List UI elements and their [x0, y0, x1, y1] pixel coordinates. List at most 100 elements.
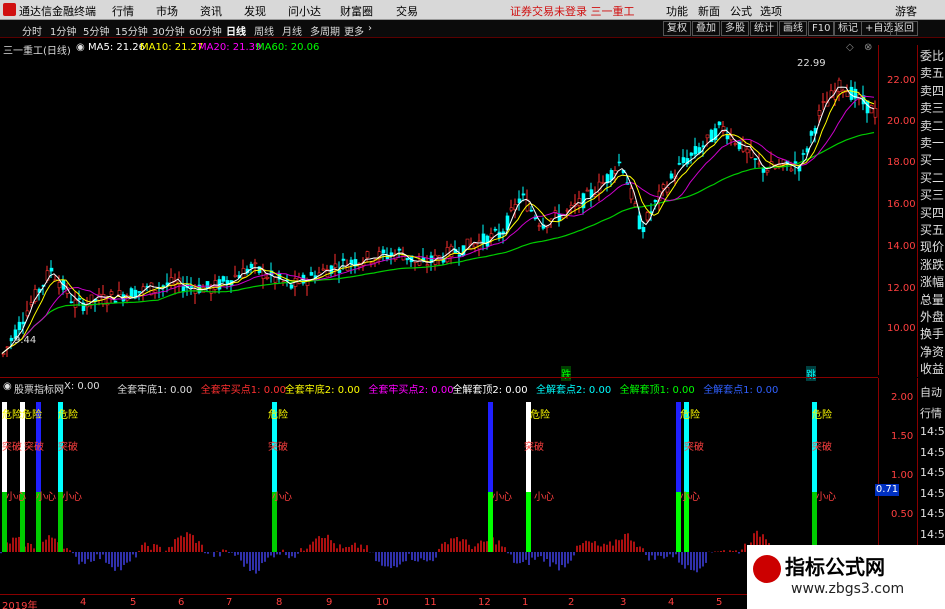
indicator-bar: [264, 552, 266, 562]
candle-body: [381, 249, 386, 254]
indicator-bar: [594, 541, 596, 552]
candle-body: [417, 260, 422, 266]
jump-marker: 跳: [806, 366, 816, 381]
quote-field-label: 卖一: [920, 136, 945, 150]
watermark: 指标公式网 www.zbgs3.com: [747, 545, 945, 609]
candle-body: [873, 108, 878, 118]
menu-market-quotes[interactable]: 行情: [112, 3, 134, 19]
menu-new-page[interactable]: 新面: [698, 3, 720, 19]
tab-more[interactable]: 更多: [344, 23, 364, 38]
indicator-bar: [495, 544, 497, 552]
indicator-bar: [477, 543, 479, 552]
chevron-right-icon[interactable]: ›: [368, 23, 372, 34]
indicator-bar: [600, 546, 602, 552]
menu-discover[interactable]: 发现: [244, 3, 266, 19]
overlay-button[interactable]: 叠加: [692, 21, 720, 36]
tab-60min[interactable]: 60分钟: [189, 23, 222, 38]
indicator-bar: [576, 545, 578, 552]
indicator-bar: [219, 552, 221, 557]
menu-functions[interactable]: 功能: [666, 3, 688, 19]
time-entry: 行情: [920, 406, 942, 420]
candle-body: [677, 163, 682, 165]
signal-mark: 危险: [268, 410, 288, 421]
mark-button[interactable]: 标记: [834, 21, 862, 36]
price-label: 10.00: [887, 323, 916, 334]
indicator-bar: [402, 552, 404, 562]
f10-button[interactable]: F10: [808, 21, 835, 36]
indicator-bar: [435, 552, 437, 558]
indicator-bar: [231, 552, 233, 553]
menu-options[interactable]: 选项: [760, 3, 782, 19]
menu-formula[interactable]: 公式: [730, 3, 752, 19]
tab-daily[interactable]: 日线: [226, 23, 246, 38]
indicator-bar: [213, 552, 215, 557]
indicator-bar: [420, 552, 422, 559]
settings-icon[interactable]: ◉: [76, 42, 85, 53]
app-title: 通达信金融终端: [19, 5, 96, 18]
signal-mark: 危险: [530, 410, 550, 421]
menu-trade[interactable]: 交易: [396, 3, 418, 19]
quote-field-label: 买一: [920, 153, 945, 168]
quote-field-label: 买二: [920, 170, 945, 185]
menu-market[interactable]: 市场: [156, 3, 178, 19]
indicator-bar: [120, 552, 122, 571]
price-label: 12.00: [887, 283, 916, 294]
ma20-line: [1, 95, 875, 354]
tab-15min[interactable]: 15分钟: [115, 23, 148, 38]
candle-body: [481, 233, 486, 244]
adjust-button[interactable]: 复权: [663, 21, 691, 36]
tab-intraday[interactable]: 分时: [22, 23, 42, 38]
menu-guest[interactable]: 游客: [895, 3, 917, 19]
signal-mark: 突破: [268, 442, 288, 453]
multi-stock-button[interactable]: 多股: [721, 21, 749, 36]
indicator-bar: [87, 552, 89, 560]
tab-multi-period[interactable]: 多周期: [310, 23, 340, 38]
indicator-bar: [723, 550, 725, 552]
signal-mark: 突破: [812, 442, 832, 453]
tab-monthly[interactable]: 月线: [282, 23, 302, 38]
indicator-bar: [663, 552, 665, 559]
indicator-bar: [42, 541, 44, 552]
tab-weekly[interactable]: 周线: [254, 23, 274, 38]
back-button[interactable]: 返回: [890, 21, 918, 36]
indicator-bar: [207, 552, 209, 554]
high-price-annotation: 22.99: [797, 58, 826, 69]
indicator-bar: [48, 535, 50, 552]
close-icon[interactable]: ⊗: [864, 42, 872, 53]
indicator-bar: [126, 552, 128, 563]
indicator-bar: [309, 544, 311, 552]
signal-mark: 小心: [272, 492, 292, 503]
candle-body: [845, 91, 850, 98]
signal-mark: 危险: [58, 410, 78, 421]
indicator-label: 1.00: [891, 470, 914, 481]
date-label: 5: [716, 597, 723, 608]
draw-line-button[interactable]: 画线: [779, 21, 807, 36]
tab-30min[interactable]: 30分钟: [152, 23, 185, 38]
diamond-icon[interactable]: ◇: [846, 42, 854, 53]
indicator-bar: [444, 542, 446, 552]
menu-ask[interactable]: 问小达: [288, 3, 321, 19]
indicator-bar: [654, 552, 656, 560]
title-bar: 通达信金融终端 行情 市场 资讯 发现 问小达 财富圈 交易 证券交易未登录 三…: [0, 0, 945, 20]
indicator-bar: [96, 552, 98, 555]
candle-body: [849, 86, 854, 100]
indicator-bar: [306, 548, 308, 552]
stats-button[interactable]: 统计: [750, 21, 778, 36]
candlestick-chart[interactable]: [0, 55, 878, 377]
indicator-bar: [651, 552, 653, 556]
indicator-bar: [441, 543, 443, 552]
tab-1min[interactable]: 1分钟: [50, 23, 76, 38]
indicator-bar: [186, 532, 188, 552]
menu-wealth[interactable]: 财富圈: [340, 3, 373, 19]
indicator-bar: [324, 538, 326, 552]
indicator-settings-icon[interactable]: ◉: [3, 381, 12, 392]
watermark-title: 指标公式网: [785, 555, 885, 579]
menu-news[interactable]: 资讯: [200, 3, 222, 19]
indicator-bar: [744, 543, 746, 552]
indicator-bar: [453, 538, 455, 552]
indicator-bar: [393, 552, 395, 567]
price-label: 16.00: [887, 199, 916, 210]
candle-body: [457, 254, 462, 257]
tab-5min[interactable]: 5分钟: [83, 23, 109, 38]
indicator-bar: [591, 542, 593, 552]
